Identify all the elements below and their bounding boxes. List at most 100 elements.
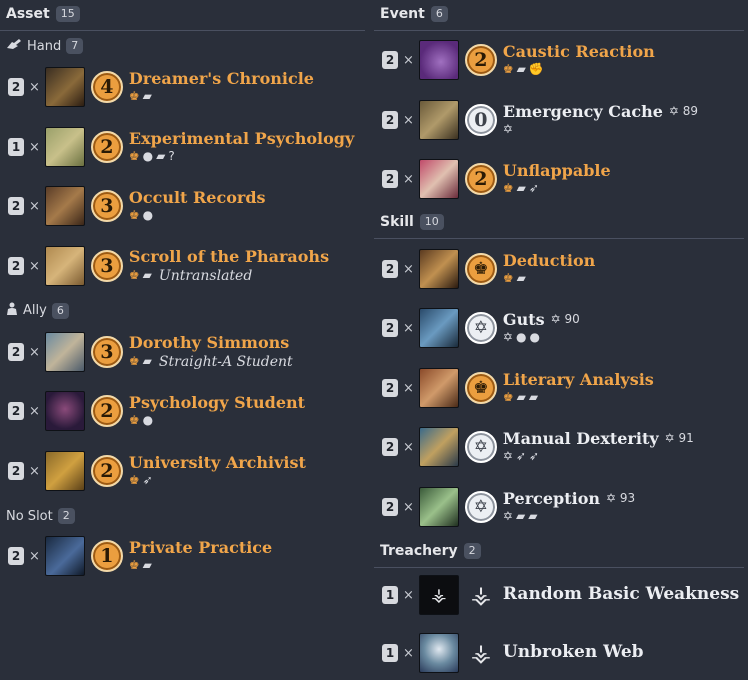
quantity-badge: 2 [8, 78, 24, 96]
times-symbol: × [29, 258, 40, 274]
cost-coin: 2 [90, 395, 123, 427]
willpower-icon: ♚ [128, 208, 140, 223]
card-title-line[interactable]: Emergency Cache ✡ 89 [503, 102, 699, 121]
card-thumbnail [44, 127, 85, 167]
card-name[interactable]: Random Basic Weakness [503, 585, 739, 605]
card-thumbnail [44, 391, 85, 431]
card-name[interactable]: Unflappable [503, 161, 611, 180]
willpower-icon: ♚ [128, 354, 140, 369]
card-title-line[interactable]: Manual Dexterity ✡ 91 [503, 429, 694, 448]
card-thumbnail [44, 451, 85, 491]
cost-coin: 2 [464, 163, 497, 195]
card-row-private-practice[interactable]: 2 × 1 Private Practice ♚ ▰ [8, 536, 272, 576]
card-row-random-basic-weakness[interactable]: 1 × ⚶ ⚶ Random Basic Weakness [382, 575, 739, 615]
quantity-badge: 1 [8, 138, 24, 156]
hand-count-badge: 7 [66, 38, 84, 54]
quantity-badge: 2 [382, 498, 398, 516]
cost-coin: 2 [464, 44, 497, 76]
card-name[interactable]: Deduction [503, 251, 595, 270]
neutral-icon: ✡ [502, 122, 513, 137]
card-name[interactable]: Guts [503, 310, 545, 329]
ally-subheader: Ally 6 [6, 302, 69, 319]
times-symbol: × [403, 320, 414, 336]
card-row-guts[interactable]: 2 × ✡ Guts ✡ 90 ✡ ● ● [382, 308, 580, 348]
hand-label: Hand [27, 38, 62, 54]
card-row-psychology-student[interactable]: 2 × 2 Psychology Student ♚ ● [8, 391, 305, 431]
card-name[interactable]: Caustic Reaction [503, 42, 655, 61]
skill-coin: ✡ [464, 312, 497, 344]
ally-label: Ally [23, 303, 47, 318]
quantity-badge: 2 [8, 343, 24, 361]
skill-icons: ♚ ● [129, 413, 305, 428]
agility-icon: ➶ [529, 449, 540, 464]
times-symbol: × [403, 499, 414, 515]
card-name[interactable]: Psychology Student [129, 393, 305, 412]
hand-icon [6, 38, 22, 54]
card-thumbnail [418, 427, 459, 467]
book-icon: ▰ [516, 181, 526, 196]
card-title-line[interactable]: Guts ✡ 90 [503, 310, 580, 329]
quantity-badge: 2 [382, 170, 398, 188]
card-name[interactable]: Dreamer's Chronicle [129, 69, 314, 88]
card-row-unflappable[interactable]: 2 × 2 Unflappable ♚ ▰ ➶ [382, 159, 611, 199]
noslot-label: No Slot [6, 508, 53, 524]
card-row-deduction[interactable]: 2 × ♚ Deduction ♚ ▰ [382, 249, 595, 289]
times-symbol: × [29, 463, 40, 479]
intellect-icon: ● [142, 413, 154, 428]
card-title-line[interactable]: Perception ✡ 93 [503, 489, 635, 508]
cost-coin: 3 [90, 250, 123, 282]
card-row-dorothy-simmons[interactable]: 2 × 3 Dorothy Simmons ♚ ▰ Straight-A Stu… [8, 332, 293, 372]
card-row-dreamers-chronicle[interactable]: 2 × 4 Dreamer's Chronicle ♚ ▰ [8, 67, 314, 107]
card-thumbnail [44, 246, 85, 286]
card-name[interactable]: Literary Analysis [503, 370, 654, 389]
book-icon: ▰ [142, 268, 152, 283]
card-name[interactable]: Emergency Cache [503, 102, 663, 121]
willpower-icon: ♚ [128, 149, 140, 164]
card-name[interactable]: University Archivist [129, 453, 306, 472]
ally-count-badge: 6 [51, 302, 69, 319]
xp-value: 89 [682, 104, 699, 119]
neutral-icon: ✡ [664, 431, 675, 446]
card-thumbnail [44, 67, 85, 107]
quantity-badge: 2 [8, 462, 24, 480]
agility-icon: ➶ [528, 181, 539, 196]
quantity-badge: 1 [382, 644, 398, 662]
divider [374, 30, 744, 31]
skill-icons: ✡ ▰ ▰ [503, 509, 635, 524]
card-thumbnail [418, 40, 459, 80]
card-name[interactable]: Perception [503, 489, 600, 508]
card-row-experimental-psychology[interactable]: 1 × 2 Experimental Psychology ♚ ● ▰ ? [8, 127, 354, 167]
card-name[interactable]: Experimental Psychology [129, 129, 354, 148]
card-name[interactable]: Private Practice [129, 538, 272, 557]
weakness-icon: ⚶ [470, 581, 492, 609]
skill-icons: ♚ ● [128, 208, 266, 223]
card-row-perception[interactable]: 2 × ✡ Perception ✡ 93 ✡ ▰ ▰ [382, 487, 635, 527]
times-symbol: × [403, 261, 414, 277]
card-name[interactable]: Occult Records [129, 188, 266, 207]
card-name[interactable]: Dorothy Simmons [129, 333, 293, 352]
quantity-badge: 2 [8, 547, 24, 565]
card-row-unbroken-web[interactable]: 1 × ⚶ Unbroken Web [382, 633, 644, 673]
card-subtitle: Straight-A Student [158, 354, 293, 371]
card-row-occult-records[interactable]: 2 × 3 Occult Records ♚ ● [8, 186, 266, 226]
card-subtitle: Untranslated [158, 268, 253, 285]
book-icon: ▰ [528, 390, 539, 405]
card-row-scroll-of-the-pharaohs[interactable]: 2 × 3 Scroll of the Pharaohs ♚ ▰ Untrans… [8, 246, 329, 286]
card-name[interactable]: Manual Dexterity [503, 429, 659, 448]
card-row-literary-analysis[interactable]: 2 × ♚ Literary Analysis ♚ ▰ ▰ [382, 368, 654, 408]
card-name[interactable]: Unbroken Web [503, 643, 644, 663]
card-row-caustic-reaction[interactable]: 2 × 2 Caustic Reaction ♚ ▰ ✊ [382, 40, 655, 80]
card-name[interactable]: Scroll of the Pharaohs [129, 247, 329, 266]
card-row-emergency-cache[interactable]: 2 × 0 Emergency Cache ✡ 89 ✡ [382, 100, 698, 140]
skill-coin: ✡ [464, 491, 497, 523]
wild-icon: ? [168, 149, 175, 164]
neutral-icon: ✡ [668, 104, 679, 119]
times-symbol: × [29, 403, 40, 419]
quantity-badge: 2 [382, 51, 398, 69]
card-row-university-archivist[interactable]: 2 × 2 University Archivist ♚ ➶ [8, 451, 306, 491]
combat-icon: ✊ [528, 62, 544, 77]
willpower-icon: ♚ [502, 390, 514, 405]
treachery-section-header: Treachery 2 [380, 543, 481, 559]
card-row-manual-dexterity[interactable]: 2 × ✡ Manual Dexterity ✡ 91 ✡ ➶ ➶ [382, 427, 694, 467]
card-thumbnail [418, 159, 459, 199]
